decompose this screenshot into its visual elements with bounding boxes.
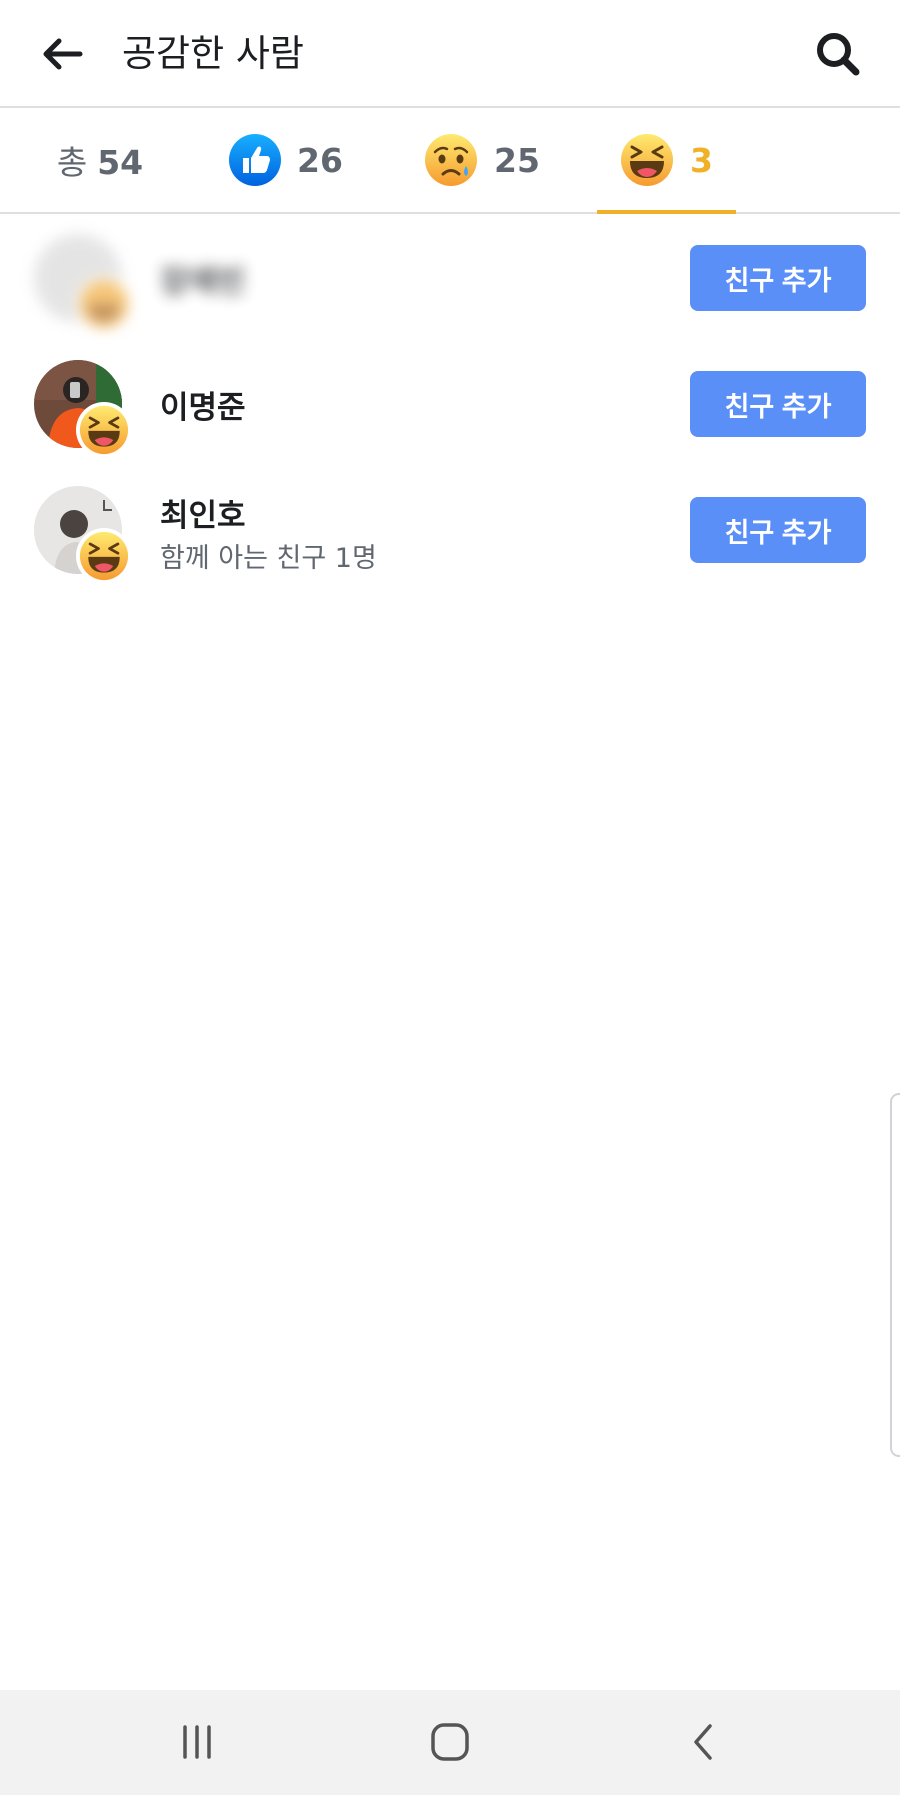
sad-reaction-icon	[425, 134, 478, 186]
person-name[interactable]: 최인호	[160, 490, 246, 535]
back-icon	[694, 1724, 712, 1760]
top-app-bar: 공감한 사람	[0, 0, 900, 108]
list-item[interactable]: 장예빈 친구 추가	[0, 214, 900, 338]
tab-haha-count: 3	[690, 140, 713, 180]
tab-like-count: 26	[297, 140, 343, 180]
home-button[interactable]	[405, 1712, 495, 1772]
like-reaction-icon	[229, 134, 282, 186]
tab-like[interactable]: 26	[226, 108, 346, 212]
reaction-tabs: 총 54 26 25 3	[0, 108, 900, 214]
back-button[interactable]	[36, 30, 90, 78]
haha-reaction-icon	[621, 134, 674, 186]
add-friend-button[interactable]: 친구 추가	[690, 497, 866, 563]
list-item[interactable]: 이명준 친구 추가	[0, 340, 900, 464]
haha-badge-icon	[76, 528, 132, 584]
person-name[interactable]: 이명준	[160, 382, 246, 427]
home-icon	[431, 1723, 469, 1761]
tab-all[interactable]: 총 54	[40, 108, 160, 212]
arrow-left-icon	[43, 38, 83, 70]
add-friend-button[interactable]: 친구 추가	[690, 245, 866, 311]
search-button[interactable]	[810, 26, 866, 82]
haha-badge-icon	[76, 276, 132, 332]
nav-back-button[interactable]	[658, 1712, 748, 1772]
system-nav-bar	[0, 1690, 900, 1795]
page-title: 공감한 사람	[122, 32, 304, 75]
add-friend-button[interactable]: 친구 추가	[690, 371, 866, 437]
mutual-friends-text: 함께 아는 친구 1명	[160, 543, 377, 574]
recent-apps-icon	[183, 1725, 211, 1759]
tab-sad[interactable]: 25	[422, 108, 542, 212]
search-icon	[817, 33, 860, 76]
edge-panel-handle[interactable]	[890, 1093, 900, 1457]
recent-apps-button[interactable]	[152, 1712, 242, 1772]
tab-all-label: 총 54	[56, 143, 144, 182]
tab-haha[interactable]: 3	[597, 108, 736, 214]
person-name[interactable]: 장예빈	[160, 256, 246, 301]
avatar-wrap	[34, 486, 132, 584]
haha-badge-icon	[76, 402, 132, 458]
avatar-wrap	[34, 360, 132, 458]
tab-sad-count: 25	[494, 140, 540, 180]
avatar-wrap	[34, 234, 132, 332]
list-item[interactable]: 최인호 함께 아는 친구 1명 친구 추가	[0, 466, 900, 590]
